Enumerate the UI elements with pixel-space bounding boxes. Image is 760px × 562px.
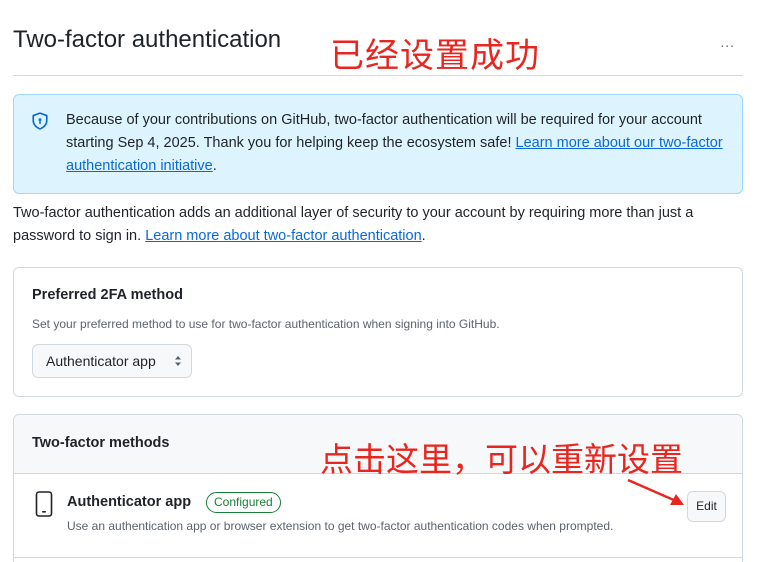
learn-more-2fa-link[interactable]: Learn more about two-factor authenticati… — [145, 228, 421, 244]
methods-heading: Two-factor methods — [32, 435, 170, 451]
preferred-method-select[interactable]: Authenticator app — [32, 344, 192, 378]
select-caret-icon — [175, 356, 181, 366]
annotation-click-here-note: 点击这里，可以重新设置 — [320, 440, 683, 479]
configured-badge: Configured — [206, 492, 281, 513]
preferred-method-description: Set your preferred method to use for two… — [32, 317, 500, 331]
info-banner: Because of your contributions on GitHub,… — [13, 94, 743, 194]
preferred-method-value: Authenticator app — [46, 353, 156, 369]
preferred-method-box: Preferred 2FA method Set your preferred … — [13, 267, 743, 397]
page-title: Two-factor authentication — [13, 26, 282, 53]
banner-end: . — [212, 158, 217, 174]
annotation-success-note: 已经设置成功 — [330, 36, 540, 76]
methods-header: Two-factor methods 点击这里，可以重新设置 — [14, 415, 742, 479]
intro-paragraph: Two-factor authentication adds an additi… — [13, 202, 748, 248]
edit-authenticator-button[interactable]: Edit — [687, 491, 726, 522]
intro-end: . — [421, 228, 426, 244]
banner-message: Because of your contributions on GitHub,… — [66, 109, 726, 178]
preferred-method-heading: Preferred 2FA method — [32, 287, 183, 303]
method-description: Use an authentication app or browser ext… — [67, 519, 614, 533]
device-mobile-icon — [35, 491, 53, 517]
shield-icon — [32, 112, 48, 130]
more-options-button[interactable]: ... — [720, 34, 735, 50]
annotation-arrow-icon — [627, 478, 684, 505]
method-title: Authenticator app — [67, 494, 192, 510]
